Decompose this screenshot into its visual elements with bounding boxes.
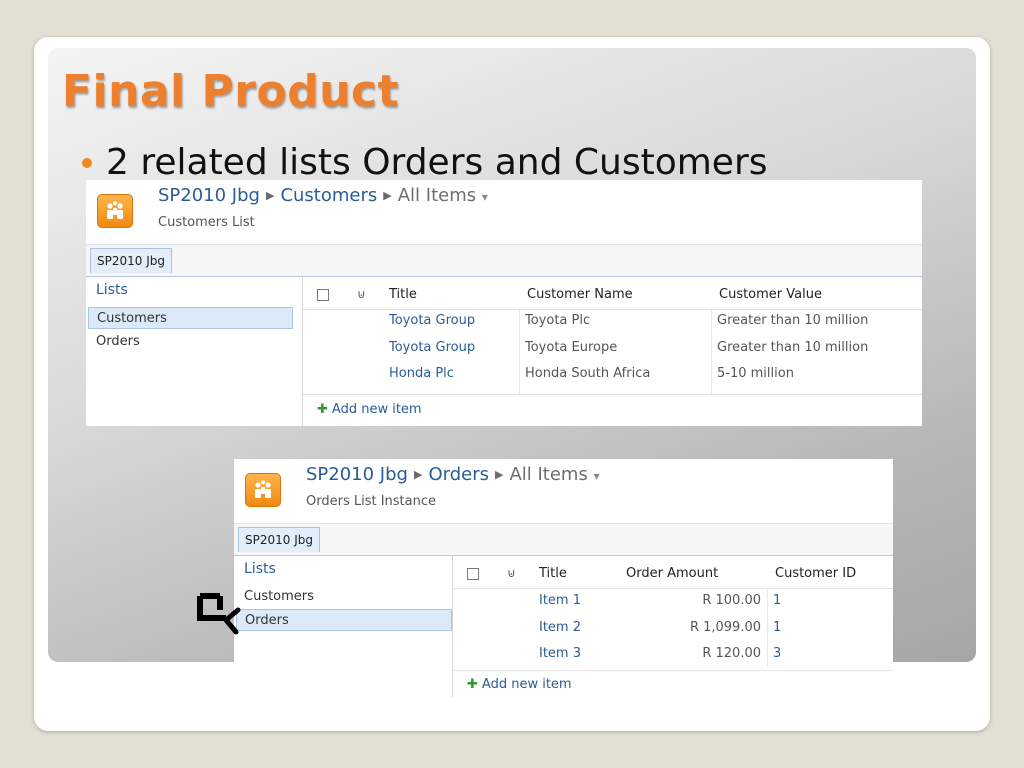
column-header-order-amount[interactable]: Order Amount	[626, 566, 718, 581]
cell-customer-name: Toyota Europe	[525, 340, 618, 355]
attachment-icon: ⊍	[357, 287, 366, 301]
breadcrumb-separator-icon: ▶	[265, 189, 275, 202]
top-nav-bar: SP2010 Jbg	[234, 523, 893, 556]
header-divider	[453, 588, 893, 589]
cell-customer-value: Greater than 10 million	[717, 313, 869, 328]
tab-site-home[interactable]: SP2010 Jbg	[90, 248, 172, 273]
cell-customer-id[interactable]: 1	[773, 620, 781, 635]
column-divider	[711, 310, 712, 394]
column-header-customer-value[interactable]: Customer Value	[719, 287, 822, 302]
column-divider	[767, 589, 768, 667]
add-new-item-label: Add new item	[331, 402, 422, 417]
view-selector[interactable]: All Items ▾	[509, 464, 599, 485]
cell-title[interactable]: Item 1	[539, 593, 581, 608]
site-logo-icon[interactable]	[97, 194, 133, 228]
list-view-table: ⊍ Title Customer Name Customer Value Toy…	[303, 276, 922, 426]
breadcrumb-site-link[interactable]: SP2010 Jbg	[306, 464, 408, 485]
breadcrumb-separator-icon: ▶	[413, 468, 423, 481]
cell-customer-name: Honda South Africa	[525, 366, 651, 381]
list-view-table: ⊍ Title Order Amount Customer ID Item 1 …	[453, 555, 893, 697]
bullet-dot-icon	[82, 158, 92, 168]
site-logo-icon[interactable]	[245, 473, 281, 507]
view-selector-label: All Items	[509, 464, 588, 485]
column-header-title[interactable]: Title	[389, 287, 417, 302]
tab-site-home[interactable]: SP2010 Jbg	[238, 527, 320, 552]
breadcrumb-separator-icon: ▶	[383, 189, 392, 202]
breadcrumb-list-link[interactable]: Orders	[428, 464, 489, 485]
list-description: Orders List Instance	[306, 494, 436, 509]
cell-title[interactable]: Toyota Group	[389, 340, 475, 355]
cell-customer-value: Greater than 10 million	[717, 340, 869, 355]
plus-icon: ✚	[317, 402, 328, 417]
cell-title[interactable]: Honda Plc	[389, 366, 454, 381]
sidebar-item-customers[interactable]: Customers	[236, 586, 441, 608]
cell-order-amount: R 120.00	[702, 646, 761, 661]
add-new-item-label: Add new item	[481, 677, 572, 692]
breadcrumb-site-link[interactable]: SP2010 Jbg	[158, 185, 260, 206]
column-header-customer-id[interactable]: Customer ID	[775, 566, 856, 581]
breadcrumb: SP2010 Jbg ▶ Customers ▶ All Items ▾	[158, 185, 488, 206]
view-selector-label: All Items	[397, 185, 477, 206]
select-all-checkbox[interactable]	[317, 289, 329, 301]
cell-title[interactable]: Item 3	[539, 646, 581, 661]
sidebar-item-orders[interactable]: Orders	[236, 609, 452, 631]
sidebar-item-orders[interactable]: Orders	[88, 331, 293, 353]
breadcrumb-list-link[interactable]: Customers	[280, 185, 377, 206]
breadcrumb-separator-icon: ▶	[494, 468, 504, 481]
pointer-arrow-icon	[197, 593, 241, 635]
footer-divider	[303, 394, 922, 395]
cell-customer-value: 5-10 million	[717, 366, 794, 381]
cell-customer-name: Toyota Plc	[525, 313, 591, 328]
customers-header: SP2010 Jbg ▶ Customers ▶ All Items ▾ Custome…	[86, 180, 922, 244]
orders-header: SP2010 Jbg ▶ Orders ▶ All Items ▾ Orders Lis…	[234, 459, 893, 523]
chevron-down-icon: ▾	[593, 469, 600, 483]
sidebar-item-customers[interactable]: Customers	[88, 307, 293, 329]
top-nav-bar: SP2010 Jbg	[86, 244, 922, 277]
quick-launch-heading[interactable]: Lists	[244, 561, 276, 577]
add-new-item-link[interactable]: ✚ Add new item	[317, 402, 422, 417]
slide-title: Final Product	[62, 66, 400, 117]
select-all-checkbox[interactable]	[467, 568, 479, 580]
header-divider	[303, 309, 922, 310]
view-selector[interactable]: All Items ▾	[398, 185, 488, 206]
cell-title[interactable]: Toyota Group	[389, 313, 475, 328]
orders-list-screenshot: SP2010 Jbg ▶ Orders ▶ All Items ▾ Orders Lis…	[234, 459, 893, 697]
cell-order-amount: R 1,099.00	[689, 620, 761, 635]
cell-title[interactable]: Item 2	[539, 620, 581, 635]
cell-customer-id[interactable]: 3	[773, 646, 781, 661]
column-header-customer-name[interactable]: Customer Name	[527, 287, 633, 302]
cell-customer-id[interactable]: 1	[773, 593, 781, 608]
footer-divider	[453, 670, 893, 671]
column-header-title[interactable]: Title	[539, 566, 567, 581]
list-description: Customers List	[158, 215, 255, 230]
customers-list-screenshot: SP2010 Jbg ▶ Customers ▶ All Items ▾ Custome…	[86, 180, 922, 426]
attachment-icon: ⊍	[507, 566, 516, 580]
breadcrumb: SP2010 Jbg ▶ Orders ▶ All Items ▾	[306, 464, 600, 485]
plus-icon: ✚	[467, 677, 478, 692]
add-new-item-link[interactable]: ✚ Add new item	[467, 677, 572, 692]
quick-launch-heading[interactable]: Lists	[96, 282, 128, 298]
column-divider	[519, 310, 520, 394]
bullet-item: 2 related lists Orders and Customers	[82, 140, 768, 184]
cell-order-amount: R 100.00	[702, 593, 761, 608]
bullet-text: 2 related lists Orders and Customers	[106, 141, 768, 183]
chevron-down-icon: ▾	[481, 190, 488, 204]
